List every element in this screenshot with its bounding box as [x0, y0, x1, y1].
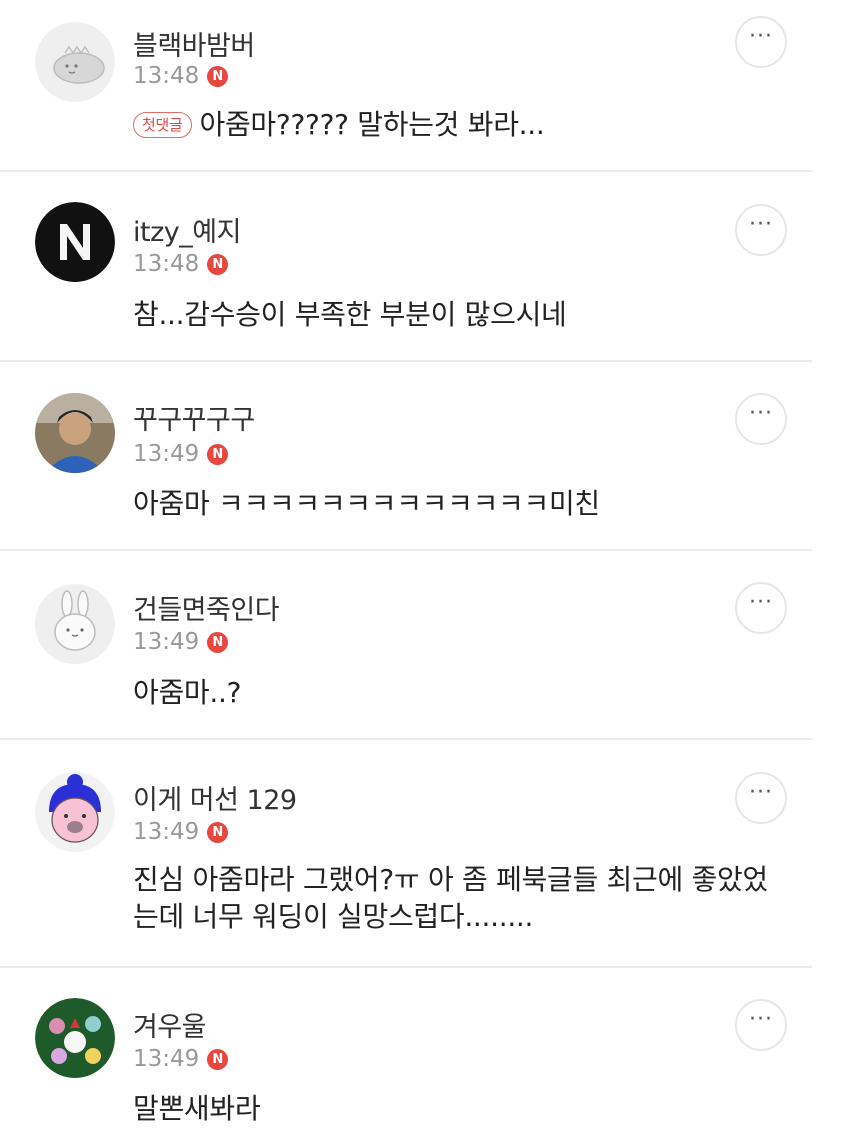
comment-time: 13:48 [133, 63, 200, 89]
more-options-button[interactable]: ··· [735, 582, 787, 634]
more-icon: ··· [749, 1007, 773, 1032]
comment-item: 건들면죽인다 13:49 N ··· 아줌마..? [0, 551, 812, 740]
comment-meta: 13:49 N [133, 441, 229, 467]
comment-nickname[interactable]: 블랙바밤버 [133, 24, 255, 63]
more-icon: ··· [749, 212, 773, 237]
comment-meta: 13:49 N [133, 629, 229, 655]
comment-time: 13:49 [133, 1046, 200, 1072]
comment-text: 아줌마..? [133, 676, 242, 709]
more-options-button[interactable]: ··· [735, 999, 787, 1051]
n-badge-icon: N [207, 1048, 229, 1070]
n-badge-icon: N [207, 631, 229, 653]
more-options-button[interactable]: ··· [735, 204, 787, 256]
comment-time: 13:48 [133, 251, 200, 277]
n-badge-icon: N [207, 65, 229, 87]
more-options-button[interactable]: ··· [735, 772, 787, 824]
comment-item: itzy_예지 13:48 N ··· 참...감수승이 부족한 부분이 많으시… [0, 172, 812, 362]
n-logo-avatar-icon[interactable] [35, 202, 115, 282]
comment-text: 말뽄새봐라 [133, 1092, 261, 1125]
more-options-button[interactable]: ··· [735, 393, 787, 445]
comment-meta: 13:49 N [133, 819, 229, 845]
comment-list: 블랙바밤버 13:48 N ··· 첫댓글 아줌마????? 말하는것 봐라...… [0, 0, 866, 1143]
comment-meta: 13:49 N [133, 1046, 229, 1072]
more-options-button[interactable]: ··· [735, 16, 787, 68]
comment-meta: 13:48 N [133, 63, 229, 89]
comment-item: 블랙바밤버 13:48 N ··· 첫댓글 아줌마????? 말하는것 봐라... [0, 0, 812, 172]
first-comment-badge: 첫댓글 [133, 112, 192, 138]
comment-item: 이게 머선 129 13:49 N ··· 진심 아줌마라 그랬어?ㅠ 아 좀 … [0, 740, 812, 968]
comment-time: 13:49 [133, 629, 200, 655]
comment-nickname[interactable]: 꾸구꾸구구 [133, 398, 255, 437]
n-badge-icon: N [207, 821, 229, 843]
comment-time: 13:49 [133, 441, 200, 467]
comment-nickname[interactable]: 겨우울 [133, 1005, 207, 1044]
rabbit-avatar-icon[interactable] [35, 584, 115, 664]
more-icon: ··· [749, 401, 773, 426]
more-icon: ··· [749, 780, 773, 805]
comment-item: 꾸구꾸구구 13:49 N ··· 아줌마 ㅋㅋㅋㅋㅋㅋㅋㅋㅋㅋㅋㅋㅋ미친 [0, 362, 812, 551]
christmas-animals-avatar-icon[interactable] [35, 998, 115, 1078]
n-badge-icon: N [207, 253, 229, 275]
comment-text-row: 첫댓글 아줌마????? 말하는것 봐라... [133, 106, 793, 143]
photo-avatar-icon[interactable] [35, 393, 115, 473]
comment-time: 13:49 [133, 819, 200, 845]
n-badge-icon: N [207, 443, 229, 465]
comment-nickname[interactable]: itzy_예지 [133, 210, 241, 249]
comment-meta: 13:48 N [133, 251, 229, 277]
dinosaur-avatar-icon[interactable] [35, 22, 115, 102]
comment-text: 진심 아줌마라 그랬어?ㅠ 아 좀 페북글들 최근에 좋았었는데 너무 워딩이 … [133, 863, 768, 933]
comment-nickname[interactable]: 이게 머선 129 [133, 778, 297, 817]
more-icon: ··· [749, 24, 773, 49]
comment-text: 참...감수승이 부족한 부분이 많으시네 [133, 298, 567, 331]
comment-item: 겨우울 13:49 N ··· 말뽄새봐라 [0, 968, 812, 1143]
comment-text: 아줌마 ㅋㅋㅋㅋㅋㅋㅋㅋㅋㅋㅋㅋㅋ미친 [133, 487, 600, 520]
comment-text: 아줌마????? 말하는것 봐라... [199, 108, 545, 141]
cartoon-character-avatar-icon[interactable] [35, 772, 115, 852]
more-icon: ··· [749, 590, 773, 615]
comment-nickname[interactable]: 건들면죽인다 [133, 588, 280, 627]
